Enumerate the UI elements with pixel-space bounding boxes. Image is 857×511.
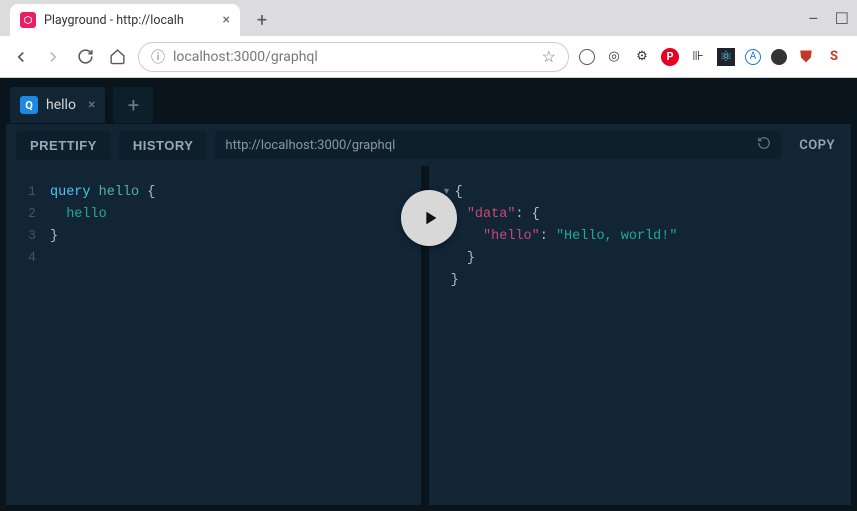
new-tab-button[interactable]: + [248, 6, 276, 34]
close-icon[interactable]: × [88, 97, 95, 113]
graphql-playground: Q hello × + PRETTIFY HISTORY http://loca… [0, 78, 857, 511]
history-button[interactable]: HISTORY [119, 131, 208, 160]
new-playground-tab-button[interactable]: + [113, 87, 153, 123]
prettify-button[interactable]: PRETTIFY [16, 131, 111, 160]
reload-schema-icon[interactable] [757, 136, 771, 154]
ext-react-icon[interactable]: ⚛ [717, 48, 735, 66]
browser-tab-title: Playground - http://localh [44, 13, 215, 28]
copy-curl-button[interactable]: COPY [789, 138, 841, 153]
run-query-button[interactable] [401, 190, 457, 246]
back-button[interactable] [10, 46, 32, 68]
playground-tab[interactable]: Q hello × [10, 87, 105, 123]
ext-icon[interactable]: ⊪ [689, 48, 707, 66]
close-icon[interactable]: × [223, 12, 230, 28]
result-pane[interactable]: ▾{ "data": { "hello": "Hello, world!" } … [429, 166, 852, 505]
bookmark-icon[interactable]: ☆ [542, 47, 556, 66]
home-button[interactable] [106, 46, 128, 68]
ext-pinterest-icon[interactable]: P [661, 48, 679, 66]
ext-ublock-icon[interactable]: ⛊ [797, 48, 815, 66]
endpoint-input[interactable]: http://localhost:3000/graphql [215, 131, 781, 159]
playground-tabs: Q hello × + [0, 78, 857, 124]
maximize-icon[interactable]: ☐ [835, 9, 849, 28]
ext-icon[interactable]: ◎ [605, 48, 623, 66]
query-code: query hello { hello } [50, 182, 155, 489]
ext-icon[interactable]: A [745, 49, 761, 65]
url: localhost:3000/graphql [173, 49, 318, 65]
forward-button[interactable] [42, 46, 64, 68]
browser-tab[interactable]: Playground - http://localh × [10, 4, 240, 36]
window-controls: – ☐ [808, 0, 849, 36]
line-gutter: 1234 [16, 182, 36, 489]
extension-icons: ◎ ⚙ P ⊪ ⚛ A ⛊ S [579, 48, 847, 66]
ext-icon[interactable]: S [825, 48, 843, 66]
query-icon: Q [20, 96, 38, 114]
minimize-icon[interactable]: – [808, 9, 819, 28]
playground-body: 1234 query hello { hello } ▾{ "data": { … [6, 166, 851, 505]
ext-icon[interactable] [771, 49, 787, 65]
browser-nav-bar: ⓘ localhost:3000/graphql ☆ ◎ ⚙ P ⊪ ⚛ A ⛊… [0, 36, 857, 78]
playground-tab-name: hello [46, 97, 76, 113]
reload-button[interactable] [74, 46, 96, 68]
query-editor[interactable]: 1234 query hello { hello } [6, 166, 421, 505]
endpoint-url: http://localhost:3000/graphql [225, 138, 749, 153]
site-info-icon[interactable]: ⓘ [151, 47, 165, 67]
playground-toolbar: PRETTIFY HISTORY http://localhost:3000/g… [6, 124, 851, 166]
ext-icon[interactable] [579, 49, 595, 65]
browser-tab-strip: Playground - http://localh × + – ☐ [0, 0, 857, 36]
ext-icon[interactable]: ⚙ [633, 48, 651, 66]
graphql-favicon [20, 12, 36, 28]
address-bar[interactable]: ⓘ localhost:3000/graphql ☆ [138, 42, 569, 72]
